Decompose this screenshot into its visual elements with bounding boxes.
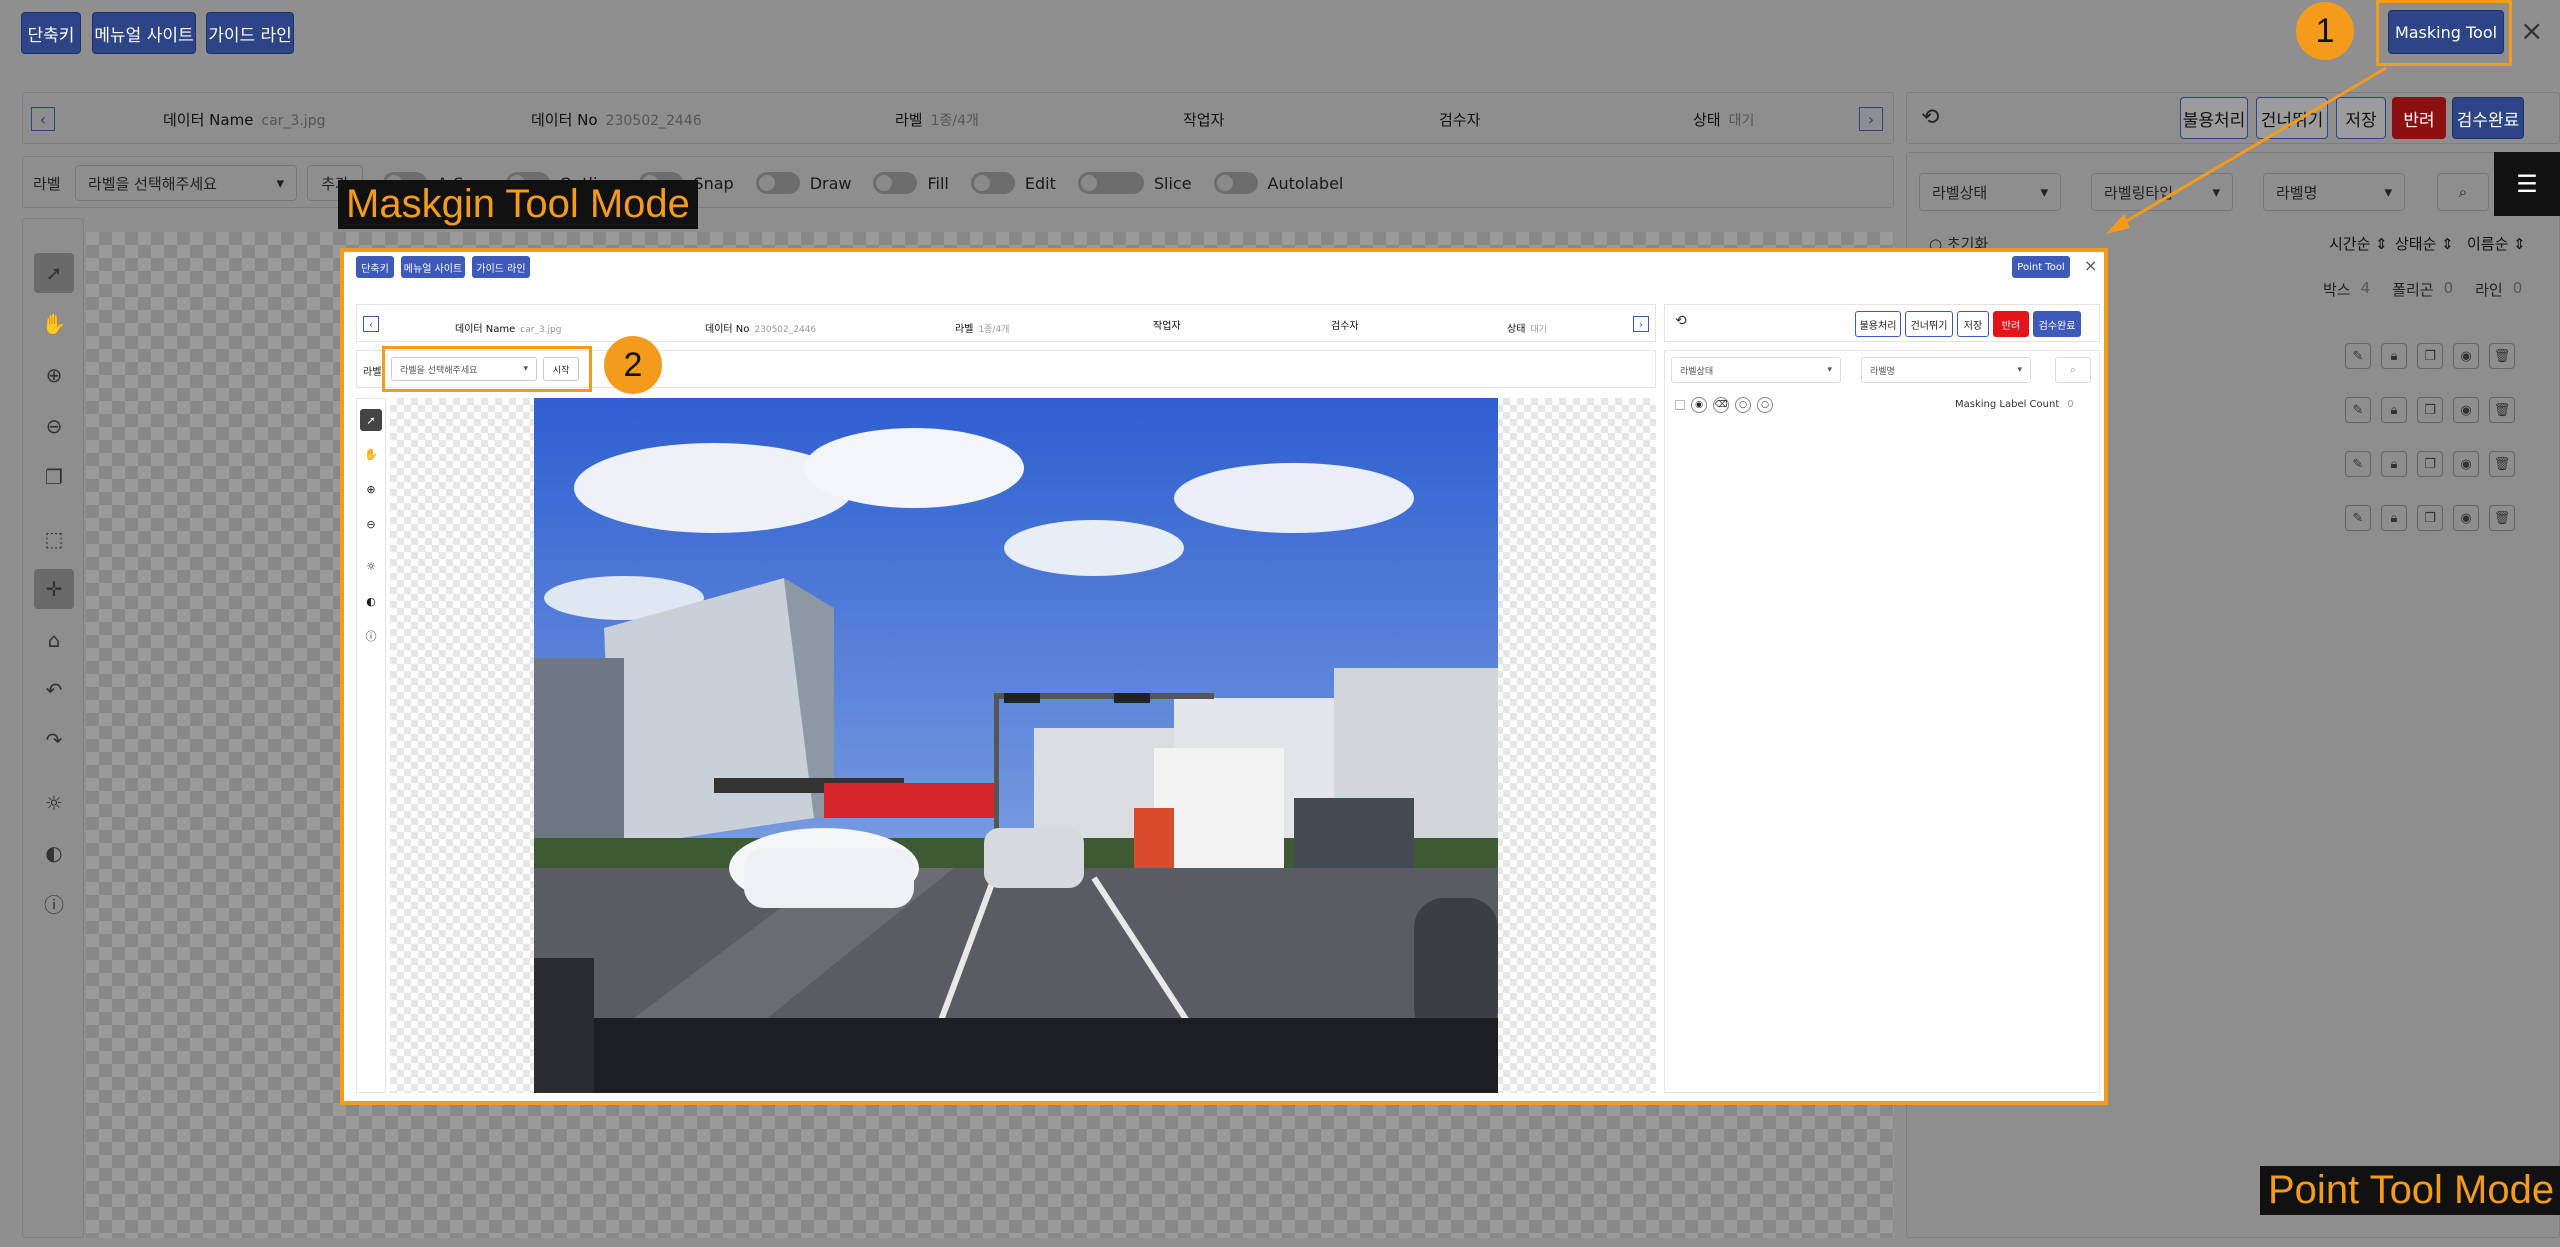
overlay-next-icon[interactable]: ›: [1633, 316, 1649, 332]
trash-icon[interactable]: ⌫: [1713, 397, 1729, 413]
checkbox-icon[interactable]: [1675, 400, 1685, 410]
comment-icon[interactable]: ○: [1735, 397, 1751, 413]
overlay-history-icon[interactable]: ⟲: [1675, 313, 1687, 329]
masking-mode-caption: Maskgin Tool Mode: [338, 180, 698, 229]
chat-icon[interactable]: ○: [1757, 397, 1773, 413]
overlay-manual-button[interactable]: 메뉴얼 사이트: [401, 256, 465, 278]
eye-icon[interactable]: ◉: [1691, 397, 1707, 413]
overlay-zoom-in-icon[interactable]: ⊕: [360, 478, 382, 500]
masking-label-count: Masking Label Count 0: [1955, 399, 2074, 410]
point-tool-button[interactable]: Point Tool: [2012, 256, 2070, 278]
overlay-skip-button[interactable]: 건너뛰기: [1905, 311, 1953, 337]
overlay-guide-button[interactable]: 가이드 라인: [472, 256, 530, 278]
overlay-canvas[interactable]: [390, 398, 1656, 1093]
step-2-badge: 2: [604, 336, 662, 394]
overlay-data-no: 데이터 No 230502_2446: [705, 324, 817, 335]
overlay-complete-button[interactable]: 검수완료: [2033, 311, 2081, 337]
overlay-save-button[interactable]: 저장: [1957, 311, 1989, 337]
point-mode-caption: Point Tool Mode: [2260, 1166, 2560, 1215]
overlay-action-bar: ⟲ 불용처리 건너뛰기 저장 반려 검수완료: [1664, 304, 2100, 342]
overlay-shortcut-button[interactable]: 단축키: [356, 256, 394, 278]
overlay-label-count: 라벨 1종/4개: [955, 324, 1010, 335]
overlay-search-icon[interactable]: ⌕: [2055, 357, 2091, 383]
overlay-zoom-out-icon[interactable]: ⊖: [360, 513, 382, 535]
step-1-badge: 1: [2296, 2, 2354, 60]
overlay-brightness-icon[interactable]: ☼: [360, 555, 382, 577]
label-select-highlight: [382, 346, 592, 392]
overlay-label-title: 라벨: [363, 367, 382, 378]
overlay-status-filter[interactable]: 라벨상태 ▾: [1671, 357, 1841, 383]
overlay-label-panel: 라벨상태 ▾ 라벨명 ▾ ⌕ ◉ ⌫ ○ ○ Masking Label Count…: [1664, 350, 2100, 1093]
overlay-inspector: 검수자: [1331, 321, 1359, 332]
street-photo: [534, 398, 1498, 1093]
overlay-reject-button[interactable]: 반려: [1993, 311, 2029, 337]
overlay-close-icon[interactable]: ×: [2084, 256, 2097, 275]
overlay-unused-button[interactable]: 불용처리: [1855, 311, 1901, 337]
overlay-name-filter[interactable]: 라벨명 ▾: [1861, 357, 2031, 383]
overlay-row-tools: ◉ ⌫ ○ ○: [1675, 397, 1773, 413]
overlay-contrast-icon[interactable]: ◐: [360, 590, 382, 612]
overlay-prev-icon[interactable]: ‹: [363, 316, 379, 332]
overlay-comment-icon[interactable]: ⓘ: [360, 625, 382, 647]
overlay-hand-icon[interactable]: ✋: [360, 443, 382, 465]
point-tool-preview: 단축키 메뉴얼 사이트 가이드 라인 Point Tool × ‹ 데이터 Na…: [340, 248, 2108, 1105]
overlay-left-toolbar: ➚ ✋ ⊕ ⊖ ☼ ◐ ⓘ: [356, 398, 386, 1093]
overlay-status: 상태 대기: [1507, 324, 1547, 335]
overlay-pointer-icon[interactable]: ➚: [360, 409, 382, 431]
overlay-info-bar: ‹ 데이터 Name car_3.jpg 데이터 No 230502_2446 라벨…: [356, 304, 1656, 342]
overlay-worker: 작업자: [1153, 321, 1181, 332]
overlay-data-name: 데이터 Name car_3.jpg: [455, 324, 562, 335]
